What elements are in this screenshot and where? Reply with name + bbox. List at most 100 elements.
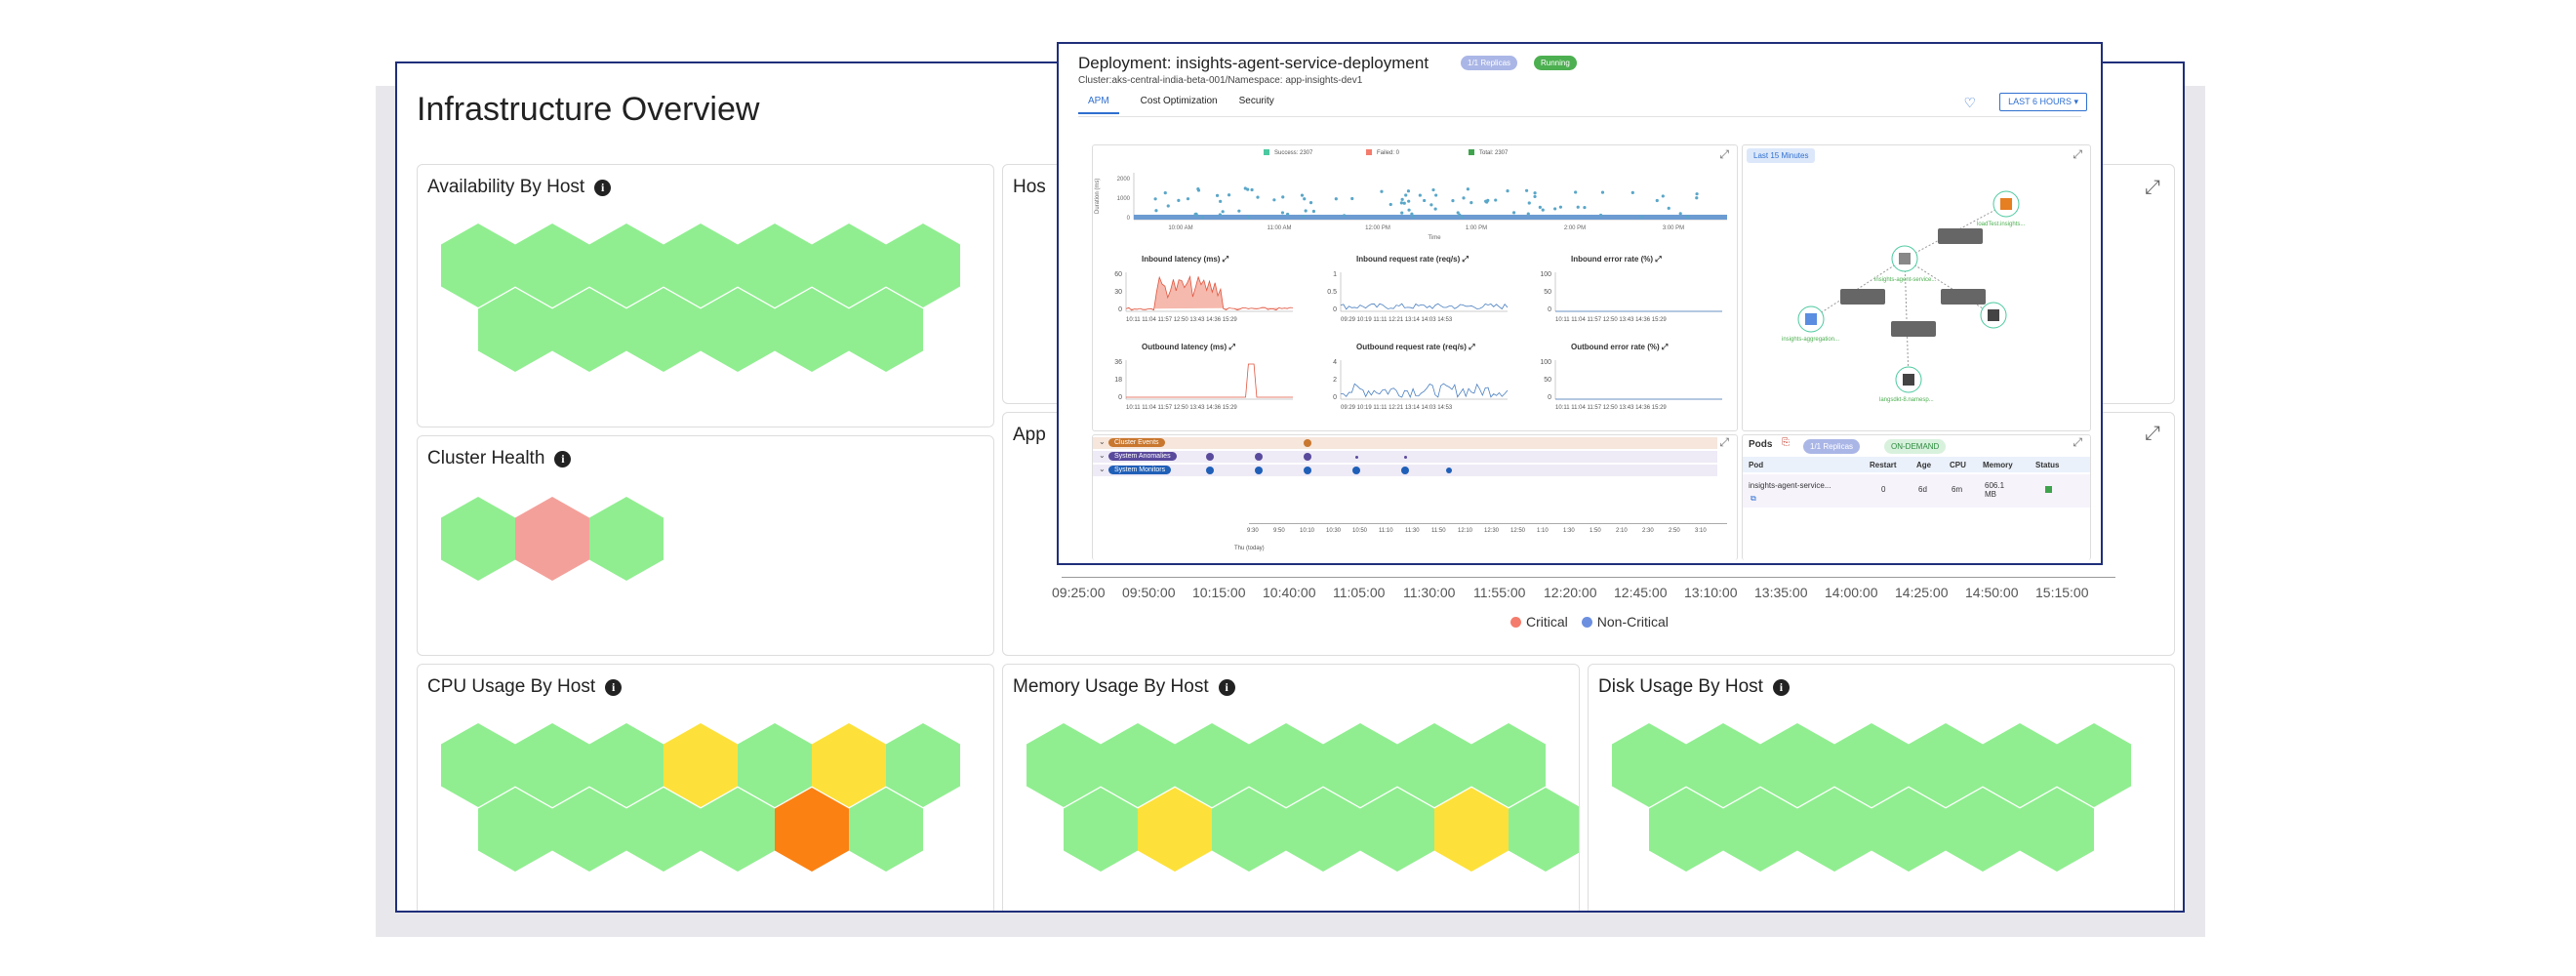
pods-replicas-badge: 1/1 Replicas: [1803, 439, 1861, 454]
scatter-point: [1533, 194, 1537, 199]
info-icon[interactable]: i: [594, 179, 612, 196]
event-marker[interactable]: [1255, 453, 1263, 461]
scatter-point: [1303, 197, 1307, 201]
heartbeat-icon[interactable]: ♡: [1963, 95, 1976, 111]
scatter-point: [1400, 211, 1404, 215]
event-marker[interactable]: [1304, 453, 1311, 461]
events-axis: [1249, 523, 1727, 524]
scatter-point: [1558, 205, 1563, 209]
map-node-label: insights-aggregation...: [1782, 337, 1840, 343]
timeline-tick-label: 11:55:00: [1473, 585, 1526, 600]
chevron-down-icon[interactable]: ⌄: [1099, 451, 1106, 460]
scatter-x-tick: 11:00 AM: [1268, 225, 1292, 231]
event-tick-label: 2:10: [1616, 528, 1628, 534]
event-marker[interactable]: [1304, 467, 1311, 474]
scatter-x-tick: 12:00 PM: [1365, 225, 1390, 231]
table-row[interactable]: [1743, 474, 2090, 508]
event-marker[interactable]: [1403, 455, 1407, 459]
cluster-hexagon[interactable]: [441, 497, 515, 581]
scatter-point: [1667, 206, 1670, 210]
map-node-label: insights-agent-service...: [1874, 277, 1937, 283]
scatter-point: [1308, 201, 1313, 205]
info-icon[interactable]: i: [605, 678, 623, 696]
legend-non-critical: Non-Critical: [1581, 614, 1669, 630]
info-icon[interactable]: i: [1218, 678, 1235, 696]
scatter-point: [1525, 188, 1529, 192]
scatter-point: [1533, 191, 1537, 195]
event-marker[interactable]: [1255, 467, 1263, 474]
event-tick-label: 12:10: [1458, 528, 1473, 534]
scatter-point: [1399, 201, 1403, 205]
mini-chart-title: Outbound request rate (req/s) ⤢: [1356, 343, 1475, 351]
cluster-hexagon[interactable]: [589, 497, 664, 581]
cluster-hexagon[interactable]: [515, 497, 589, 581]
mini-y-tick: 36: [1114, 359, 1122, 366]
tab-cost-optimization[interactable]: Cost Optimization: [1141, 96, 1218, 114]
scatter-point: [1695, 192, 1699, 196]
pod-cpu: 6m: [1952, 485, 1963, 494]
pods-title: Pods: [1749, 439, 1773, 450]
timeline-tick-label: 13:35:00: [1754, 585, 1808, 600]
time-range-button[interactable]: LAST 6 HOURS ▾: [1999, 93, 2087, 111]
event-marker[interactable]: [1206, 467, 1214, 474]
event-marker[interactable]: [1304, 439, 1311, 447]
scatter-point: [1304, 209, 1308, 213]
scatter-point: [1153, 197, 1157, 201]
event-marker[interactable]: [1354, 455, 1358, 459]
scatter-point: [1227, 193, 1231, 197]
pod-name[interactable]: insights-agent-service...: [1749, 481, 1831, 490]
scatter-x-tick: 3:00 PM: [1663, 225, 1684, 231]
event-tick-label: 11:30: [1405, 528, 1420, 534]
chevron-down-icon[interactable]: ⌄: [1099, 465, 1106, 473]
timeline-legend: Critical Non-Critical: [1510, 614, 1669, 630]
scatter-point: [1574, 190, 1578, 194]
deployment-overlay: Deployment: insights-agent-service-deplo…: [1057, 42, 2103, 565]
scatter-point: [1685, 215, 1689, 219]
event-marker[interactable]: [1206, 453, 1214, 461]
scatter-point: [1661, 194, 1665, 198]
scatter-point: [1196, 188, 1201, 192]
scatter-x-tick: 10:00 AM: [1168, 225, 1192, 231]
expand-icon[interactable]: ⤢: [2073, 435, 2082, 450]
scatter-point: [1218, 213, 1222, 217]
scatter-point: [1458, 213, 1462, 217]
info-icon[interactable]: i: [554, 450, 572, 468]
mini-series-line: [1340, 303, 1509, 310]
scatter-point: [1154, 209, 1158, 213]
event-tick-label: 11:50: [1431, 528, 1446, 534]
tab-apm[interactable]: APM: [1078, 96, 1119, 114]
expand-icon[interactable]: ⤢: [2145, 423, 2160, 445]
scatter-point: [1219, 199, 1223, 203]
cpu-usage-card: CPU Usage By Host i: [417, 664, 994, 911]
chevron-down-icon[interactable]: ⌄: [1099, 437, 1106, 446]
events-panel: ⤢ ⌄ Cluster Events ⌄ System Anomalies ⌄ Syste…: [1092, 434, 1738, 560]
info-icon[interactable]: i: [1772, 678, 1790, 696]
scatter-point: [1404, 193, 1408, 197]
event-marker[interactable]: [1352, 467, 1360, 474]
tab-security[interactable]: Security: [1239, 96, 1274, 114]
external-link-icon[interactable]: ⧉: [1751, 494, 1756, 504]
event-label: Cluster Events: [1108, 438, 1165, 447]
event-tick-label: 10:50: [1352, 528, 1368, 534]
scatter-point: [1433, 207, 1437, 211]
event-label: System Monitors: [1108, 466, 1172, 474]
timeline-tick-label: 11:05:00: [1333, 585, 1386, 600]
mini-x-ticks: 10:11 11:04 11:57 12:50 13:43 14:36 15:2…: [1126, 405, 1237, 411]
legend-critical: Critical: [1510, 614, 1568, 630]
expand-icon[interactable]: ⤢: [1719, 435, 1729, 450]
expand-icon[interactable]: ⤢: [2145, 177, 2160, 199]
yaml-icon[interactable]: ⎘: [1782, 437, 1790, 448]
scatter-point: [1407, 208, 1411, 212]
timeline-tick-label: 09:50:00: [1122, 585, 1176, 600]
col-cpu: CPU: [1950, 461, 1966, 469]
scatter-point: [1193, 212, 1197, 217]
scatter-point: [1256, 195, 1260, 199]
scatter-point: [1583, 205, 1587, 210]
event-tick-label: 9:50: [1273, 528, 1285, 534]
event-row[interactable]: [1093, 437, 1717, 449]
event-marker[interactable]: [1446, 468, 1452, 473]
event-marker[interactable]: [1401, 467, 1409, 474]
timeline-tick-label: 13:10:00: [1684, 585, 1738, 600]
timeline-tick-label: 12:45:00: [1614, 585, 1668, 600]
mini-chart: 1 0.5 0 09:29 10:19 11:11 12:21 13:14 14:03…: [1327, 271, 1509, 323]
